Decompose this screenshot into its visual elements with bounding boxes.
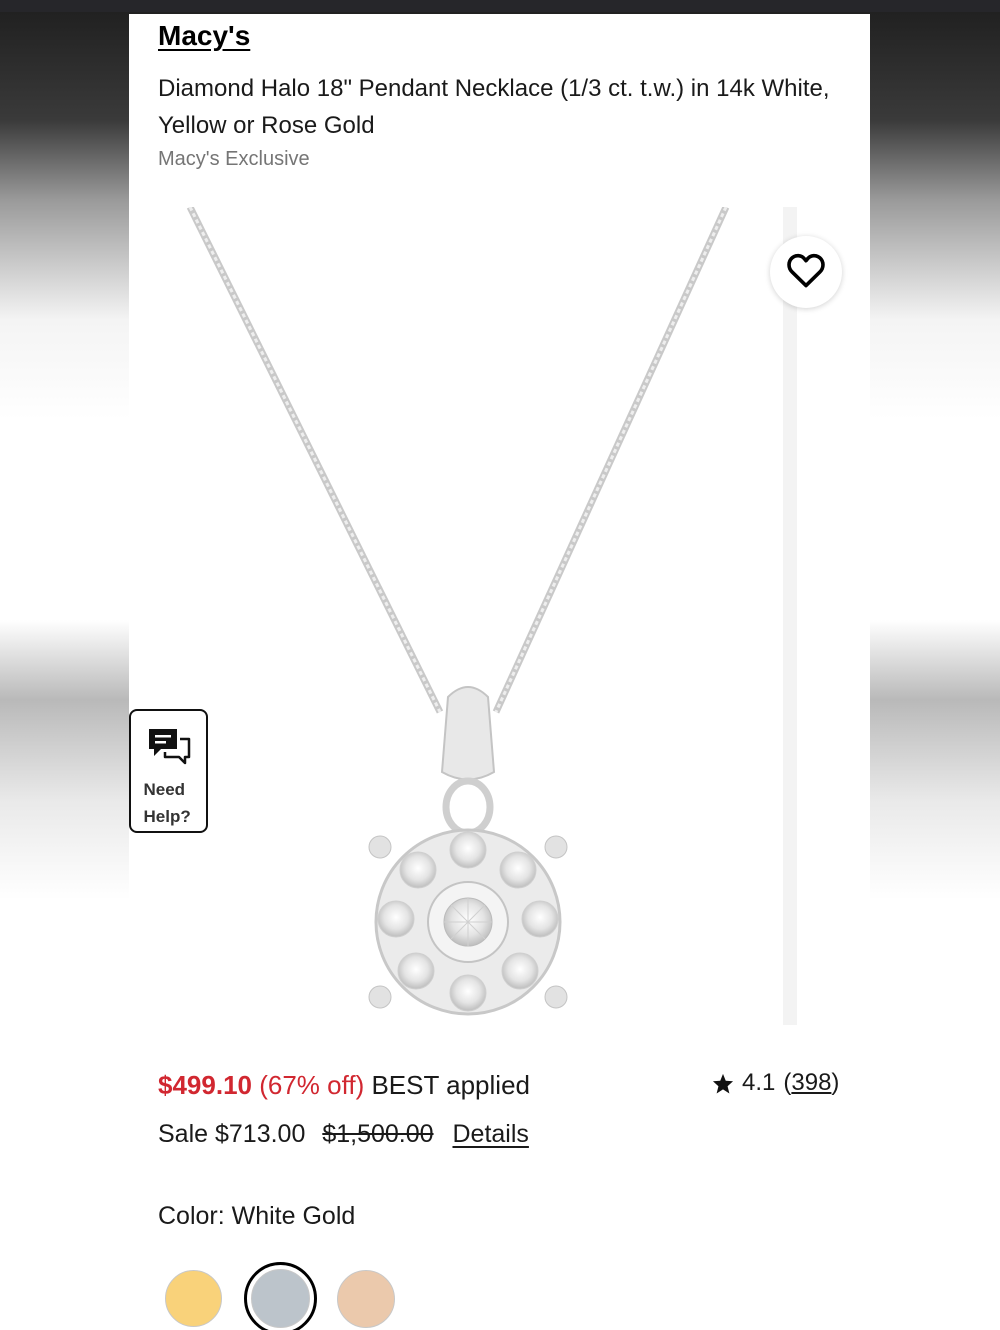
need-help-label: Need Help? [144,776,194,830]
discount-percent: (67% off) [259,1070,365,1100]
favorite-button[interactable] [770,236,842,308]
exclusive-label: Macy's Exclusive [158,148,310,170]
product-title: Diamond Halo 18" Pendant Necklace (1/3 c… [158,75,830,139]
necklace-image [186,207,730,1016]
need-help-line2: Help? [143,807,191,826]
status-bar [0,0,1000,12]
rating-open-paren: ( [783,1069,792,1096]
heart-icon [786,252,826,293]
swatch-yellow-gold[interactable] [165,1270,222,1327]
review-count[interactable]: 398 [791,1069,831,1097]
product-image[interactable] [158,207,798,1025]
rating[interactable]: 4.1 (398) [712,1069,839,1097]
need-help-button[interactable]: Need Help? [129,709,208,833]
product-card: Macy's Diamond Halo 18" Pendant Necklace… [129,14,870,1330]
sale-line: Sale $713.00 $1,500.00 Details [158,1120,529,1149]
chat-bubbles-icon [147,727,191,770]
promo-applied: BEST applied [371,1070,530,1100]
star-icon [712,1073,734,1094]
original-price: $1,500.00 [322,1120,434,1148]
current-price: $499.10 [158,1070,252,1100]
brand-link[interactable]: Macy's [158,20,250,52]
rating-close-paren: ) [831,1069,840,1096]
sale-price: Sale $713.00 [158,1120,306,1148]
need-help-line1: Need [143,780,186,799]
details-link[interactable]: Details [452,1120,528,1148]
price-line: $499.10 (67% off) BEST applied [158,1070,530,1101]
swatch-white-gold[interactable] [251,1269,310,1328]
swatch-rose-gold[interactable] [337,1270,395,1328]
rating-score: 4.1 [742,1069,776,1096]
color-label: Color: White Gold [158,1202,356,1230]
